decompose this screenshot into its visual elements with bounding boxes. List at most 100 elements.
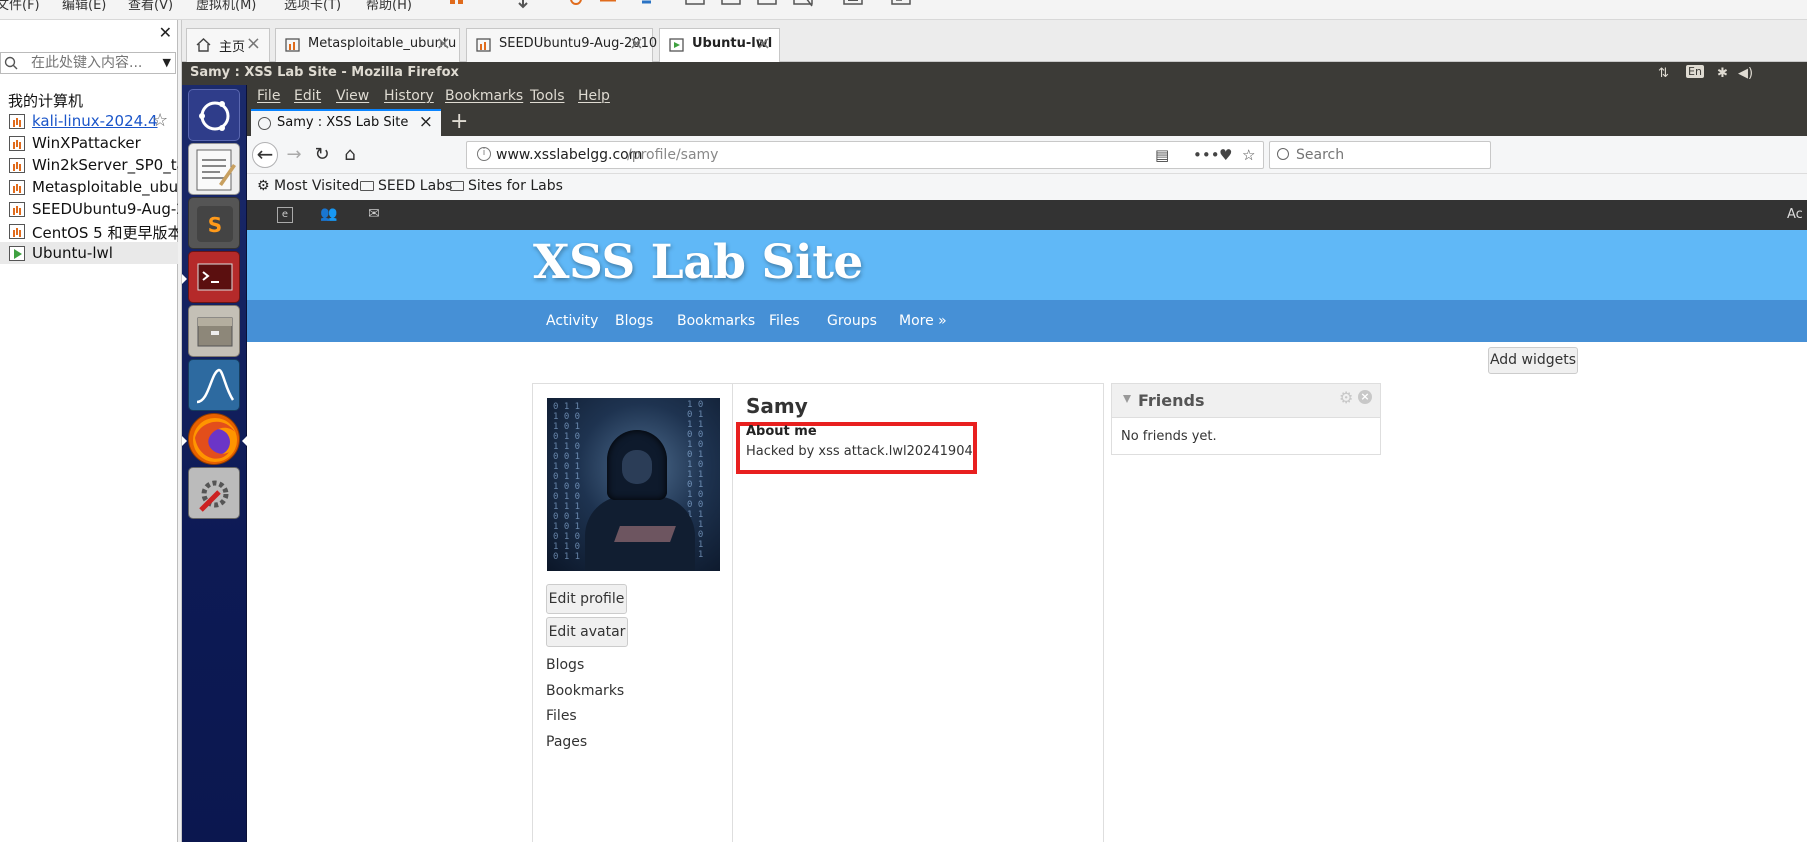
tree-item-seedubuntu[interactable]: SEEDUbuntu9-Aug-2010 xyxy=(0,198,178,220)
vm-guest-display[interactable]: Samy : XSS Lab Site - Mozilla Firefox ⇅ … xyxy=(182,62,1807,842)
tree-item-centos[interactable]: CentOS 5 和更早版本 xyxy=(0,220,178,242)
friends-icon[interactable]: 👥 xyxy=(320,206,338,224)
terminal-launcher-icon[interactable] xyxy=(188,251,240,303)
thumbnail-view-icon[interactable] xyxy=(720,0,742,10)
nav-bookmarks[interactable]: Bookmarks xyxy=(677,313,755,329)
dash-launcher-icon[interactable] xyxy=(188,89,240,141)
vm-tab-seedubuntu[interactable]: SEEDUbuntu9-Aug-2010 × xyxy=(466,28,657,62)
tree-item-ubuntu-lwl[interactable]: Ubuntu-lwl xyxy=(0,242,178,264)
send-keys-icon[interactable] xyxy=(512,0,534,10)
vm-tab-ubuntu-lwl[interactable]: Ubuntu-lwl × xyxy=(659,28,780,63)
elgg-logo-icon[interactable]: e xyxy=(277,207,293,223)
bluetooth-icon[interactable]: ✱ xyxy=(1717,66,1728,81)
sublime-text-launcher-icon[interactable]: S xyxy=(188,197,240,249)
volume-icon[interactable]: ◀) xyxy=(1738,66,1753,81)
forward-arrow-icon[interactable]: → xyxy=(281,142,307,168)
menu-bookmarks[interactable]: Bookmarks xyxy=(445,88,523,104)
library-search[interactable]: ▼ xyxy=(0,52,176,74)
bookmark-star-icon[interactable]: ☆ xyxy=(1242,146,1255,164)
vm-menu-vm[interactable]: 虚拟机(M) xyxy=(196,0,256,13)
close-icon[interactable]: × xyxy=(436,33,451,54)
text-editor-launcher-icon[interactable] xyxy=(188,143,240,195)
vm-menu-file[interactable]: 文件(F) xyxy=(0,0,40,13)
vm-menu-view[interactable]: 查看(V) xyxy=(128,0,173,13)
tree-item-kali[interactable]: kali-linux-2024.4 ☆ xyxy=(0,110,178,132)
menu-file[interactable]: File xyxy=(257,88,280,104)
library-tree: 我的计算机 kali-linux-2024.4 ☆ WinXPattacker … xyxy=(0,88,178,264)
home-icon[interactable]: ⌂ xyxy=(337,142,363,168)
edit-avatar-button[interactable]: Edit avatar xyxy=(546,617,628,647)
owner-link-blogs[interactable]: Blogs xyxy=(546,657,584,673)
messages-icon[interactable]: ✉ xyxy=(365,206,383,224)
url-bar[interactable]: i www.xsslabelgg.com /profile/samy ▤ •••… xyxy=(466,141,1264,169)
unity-icon[interactable] xyxy=(792,0,814,10)
back-arrow-icon[interactable]: ← xyxy=(252,142,278,168)
keyboard-layout-indicator[interactable]: En xyxy=(1686,65,1704,78)
tree-item-winxp[interactable]: WinXPattacker xyxy=(0,132,178,154)
vm-menu-edit[interactable]: 编辑(E) xyxy=(62,0,106,13)
library-search-input[interactable] xyxy=(31,54,151,72)
owner-link-files[interactable]: Files xyxy=(546,708,577,724)
wireshark-launcher-icon[interactable] xyxy=(188,359,240,411)
system-settings-launcher-icon[interactable] xyxy=(188,467,240,519)
site-title[interactable]: XSS Lab Site xyxy=(533,235,863,290)
nav-groups[interactable]: Groups xyxy=(827,313,877,329)
vm-tab-metasploitable[interactable]: Metasploitable_ubuntu × xyxy=(275,28,460,62)
reader-view-icon[interactable]: ▤ xyxy=(1155,146,1169,164)
menu-view[interactable]: View xyxy=(336,88,369,104)
chevron-down-icon[interactable]: ▼ xyxy=(163,56,171,69)
fullscreen-icon[interactable] xyxy=(756,0,778,10)
close-icon[interactable]: × xyxy=(629,33,644,54)
star-icon[interactable]: ☆ xyxy=(152,110,168,131)
close-icon[interactable]: × xyxy=(246,33,261,54)
owner-link-pages[interactable]: Pages xyxy=(546,734,587,750)
menu-history[interactable]: History xyxy=(384,88,434,104)
account-link[interactable]: Ac xyxy=(1787,207,1803,222)
network-icon[interactable]: ⇅ xyxy=(1658,66,1669,81)
bookmark-seed-labs[interactable]: SEED Labs xyxy=(360,178,452,194)
close-icon[interactable]: × xyxy=(756,33,771,54)
vm-tab-home[interactable]: 主页 × xyxy=(186,28,270,62)
bookmark-most-visited[interactable]: ⚙ Most Visited xyxy=(257,178,359,194)
site-info-icon[interactable]: i xyxy=(477,147,491,161)
close-icon[interactable]: × xyxy=(1358,390,1372,404)
new-tab-icon[interactable]: + xyxy=(450,109,468,134)
firefox-launcher-icon[interactable] xyxy=(188,413,240,465)
menu-help[interactable]: Help xyxy=(578,88,610,104)
revert-icon[interactable] xyxy=(597,0,619,10)
stretch-view-icon[interactable] xyxy=(890,0,912,10)
search-input[interactable] xyxy=(1296,146,1476,164)
close-tab-icon[interactable]: × xyxy=(419,112,433,132)
menu-tools[interactable]: Tools xyxy=(530,88,565,104)
snapshot-icon[interactable] xyxy=(565,0,587,10)
library-close-icon[interactable]: ✕ xyxy=(159,23,172,42)
profile-avatar[interactable]: 0 1 11 0 01 0 10 1 01 1 00 0 11 0 10 1 1… xyxy=(547,398,720,571)
collapse-triangle-icon[interactable] xyxy=(1123,395,1131,403)
files-launcher-icon[interactable] xyxy=(188,305,240,357)
nav-activity[interactable]: Activity xyxy=(546,313,598,329)
favicon-icon xyxy=(258,117,271,130)
tree-item-metasploitable[interactable]: Metasploitable_ubuntu xyxy=(0,176,178,198)
pocket-icon[interactable]: ♥ xyxy=(1219,146,1232,164)
nav-files[interactable]: Files xyxy=(769,313,800,329)
console-view-icon[interactable] xyxy=(842,0,864,10)
add-widgets-button[interactable]: Add widgets xyxy=(1488,347,1578,374)
browser-tab-active[interactable]: Samy : XSS Lab Site × xyxy=(251,109,441,136)
vm-menu-tabs[interactable]: 选项卡(T) xyxy=(284,0,341,13)
edit-profile-button[interactable]: Edit profile xyxy=(546,584,627,614)
page-actions-icon[interactable]: ••• xyxy=(1193,146,1220,164)
reload-icon[interactable]: ↻ xyxy=(309,142,335,168)
library-view-icon[interactable] xyxy=(684,0,706,10)
snapshot-manager-icon[interactable] xyxy=(632,0,654,10)
nav-more[interactable]: More » xyxy=(899,313,947,329)
menu-edit[interactable]: Edit xyxy=(294,88,321,104)
tree-item-win2k[interactable]: Win2kServer_SP0_target xyxy=(0,154,178,176)
owner-link-bookmarks[interactable]: Bookmarks xyxy=(546,683,624,699)
gear-icon[interactable]: ⚙ xyxy=(1339,388,1353,407)
tree-root-my-computer[interactable]: 我的计算机 xyxy=(0,88,178,110)
pause-icon[interactable] xyxy=(446,0,468,10)
vm-menu-help[interactable]: 帮助(H) xyxy=(366,0,412,13)
bookmark-sites-for-labs[interactable]: Sites for Labs xyxy=(450,178,563,194)
search-bar[interactable] xyxy=(1269,141,1491,169)
nav-blogs[interactable]: Blogs xyxy=(615,313,653,329)
